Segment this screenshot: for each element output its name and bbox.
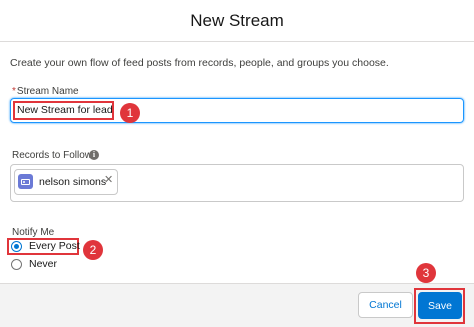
stream-name-label: *Stream Name xyxy=(12,86,79,97)
stream-name-label-text: Stream Name xyxy=(16,86,79,97)
records-to-follow-label: Records to Follow xyxy=(12,150,93,161)
radio-never[interactable] xyxy=(11,259,22,270)
save-button[interactable]: Save xyxy=(418,292,462,319)
close-icon[interactable]: ✕ xyxy=(104,173,113,186)
cancel-button[interactable]: Cancel xyxy=(358,292,413,318)
required-marker: * xyxy=(12,86,16,97)
stream-name-value[interactable]: New Stream for lead xyxy=(13,101,114,120)
annotation-badge-3: 3 xyxy=(416,263,436,283)
record-pill-label: nelson simons xyxy=(39,176,107,188)
notify-me-label: Notify Me xyxy=(12,227,55,238)
radio-never-label: Never xyxy=(29,258,58,270)
info-icon[interactable]: i xyxy=(89,150,99,160)
modal-header: New Stream xyxy=(0,0,474,42)
contact-card-icon xyxy=(18,174,33,189)
annotation-badge-1: 1 xyxy=(120,103,140,123)
annotation-badge-2: 2 xyxy=(83,240,103,260)
modal-description: Create your own flow of feed posts from … xyxy=(10,57,389,69)
radio-every-post[interactable] xyxy=(11,241,22,252)
modal-title: New Stream xyxy=(190,10,284,30)
radio-every-post-label: Every Post xyxy=(29,240,80,252)
